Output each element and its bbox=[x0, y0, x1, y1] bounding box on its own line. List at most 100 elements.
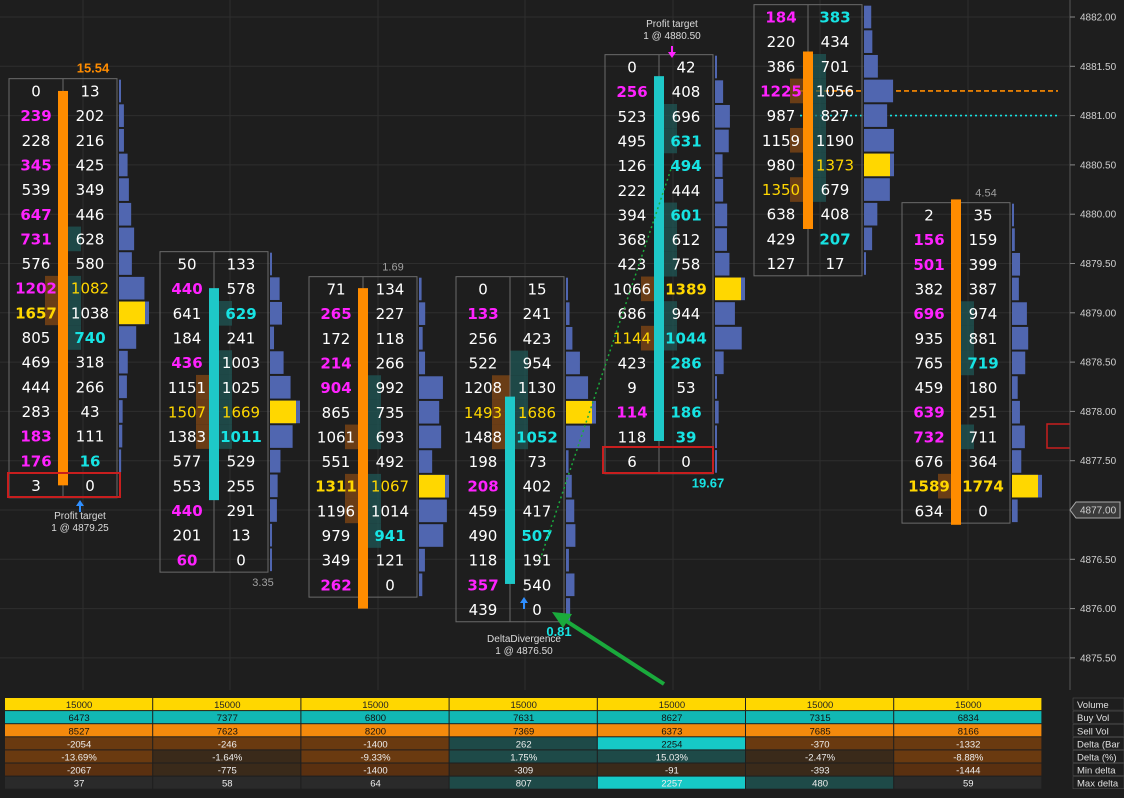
ask-volume-label: 740 bbox=[74, 329, 105, 347]
ask-volume-label: 701 bbox=[821, 58, 850, 76]
candle-top-label: 4.54 bbox=[975, 188, 996, 200]
bid-volume-label: 184 bbox=[173, 329, 202, 347]
stat-value: -1444 bbox=[956, 766, 980, 777]
volume-profile-bar bbox=[270, 449, 281, 473]
candle-7[interactable]: 2 35 156 159 501 399 382 387 696 974 935 881 765 719 4… bbox=[901, 188, 1042, 525]
ask-volume-label: 15 bbox=[527, 281, 546, 299]
bid-volume-label: 553 bbox=[173, 477, 202, 495]
ask-volume-label: 954 bbox=[523, 354, 552, 372]
stat-value: -2067 bbox=[67, 766, 91, 777]
stat-value: 7369 bbox=[513, 726, 534, 737]
ask-volume-label: 291 bbox=[227, 502, 256, 520]
volume-profile-bar bbox=[864, 252, 866, 275]
bid-volume-label: 1061 bbox=[317, 428, 355, 446]
ask-volume-label: 134 bbox=[376, 281, 405, 299]
bid-volume-label: 262 bbox=[320, 576, 351, 594]
bid-volume-label: 436 bbox=[171, 354, 202, 372]
volume-profile-bar bbox=[119, 128, 124, 152]
volume-profile-bar bbox=[1012, 499, 1018, 523]
ask-volume-label: 383 bbox=[819, 9, 850, 27]
bid-volume-label: 805 bbox=[22, 329, 51, 347]
bid-volume-label: 904 bbox=[320, 379, 351, 397]
axis-tick-label: 4878.00 bbox=[1080, 407, 1117, 418]
volume-profile-bar bbox=[715, 376, 717, 399]
bid-volume-label: 765 bbox=[915, 354, 944, 372]
stat-value: 37 bbox=[74, 779, 85, 790]
ask-volume-label: 349 bbox=[76, 181, 105, 199]
bid-volume-label: 440 bbox=[171, 502, 202, 520]
ask-volume-label: 631 bbox=[670, 132, 701, 150]
ask-volume-label: 408 bbox=[821, 206, 850, 224]
volume-profile-bar bbox=[270, 548, 272, 572]
bid-volume-label: 523 bbox=[618, 108, 647, 126]
stat-value: 64 bbox=[370, 779, 381, 790]
ask-volume-label: 827 bbox=[821, 107, 850, 125]
bid-volume-label: 201 bbox=[173, 527, 202, 545]
volume-profile-bar bbox=[419, 277, 422, 301]
candle-6[interactable]: 184 383 220 434 386 701 1225 1056 987 827 1159 1190… bbox=[753, 4, 894, 277]
ask-volume-label: 601 bbox=[670, 206, 701, 224]
bid-volume-label: 220 bbox=[767, 33, 796, 51]
annotation-line2: 1 @ 4876.50 bbox=[495, 646, 553, 657]
candle-body bbox=[209, 288, 219, 501]
volume-profile-bar bbox=[119, 227, 135, 251]
candle-3[interactable]: 71 134 265 227 172 118 214 266 904 992 865 735 1061 6… bbox=[308, 262, 449, 609]
ask-volume-label: 1038 bbox=[71, 304, 109, 322]
candle-1[interactable]: 0 13 239 202 228 216 345 425 539 349 647 446 731 628 5… bbox=[8, 61, 149, 499]
stat-value: 8166 bbox=[958, 726, 979, 737]
stat-value: 15000 bbox=[510, 700, 536, 711]
bid-volume-label: 731 bbox=[20, 230, 51, 248]
bid-volume-label: 256 bbox=[616, 83, 647, 101]
candle-4[interactable]: 0 15 133 241 256 423 522 954 1208 1130 1493 1686 148… bbox=[455, 276, 596, 639]
volume-profile-bar bbox=[119, 400, 123, 423]
candle-top-label: 15.54 bbox=[77, 61, 110, 76]
stat-value: 2254 bbox=[661, 739, 682, 750]
bid-volume-label: 283 bbox=[22, 403, 51, 421]
green-arrow-shaft bbox=[558, 615, 666, 686]
bid-volume-label: 1159 bbox=[762, 132, 800, 150]
ask-volume-label: 578 bbox=[227, 280, 256, 298]
ask-volume-label: 494 bbox=[670, 157, 701, 175]
candle-bottom-label: 3.35 bbox=[252, 577, 273, 589]
stat-row-label: Max delta bbox=[1077, 779, 1119, 790]
stat-value: -1400 bbox=[363, 739, 387, 750]
bid-volume-label: 386 bbox=[767, 58, 796, 76]
volume-profile-bar bbox=[715, 228, 727, 251]
ask-volume-label: 1389 bbox=[665, 280, 707, 298]
ask-volume-label: 1011 bbox=[220, 428, 262, 446]
bid-volume-label: 126 bbox=[618, 157, 647, 175]
volume-profile-bar bbox=[119, 424, 123, 448]
bid-volume-label: 490 bbox=[469, 527, 498, 545]
ask-volume-label: 0 bbox=[532, 601, 542, 619]
ask-volume-label: 1082 bbox=[71, 280, 109, 298]
volume-profile-bar bbox=[566, 302, 570, 325]
candle-5[interactable]: 0 42256 408523 696495 631126 494222 444394 6013… bbox=[604, 54, 745, 491]
stat-value: 807 bbox=[516, 779, 532, 790]
bid-volume-label: 423 bbox=[618, 354, 647, 372]
ask-volume-label: 1373 bbox=[816, 156, 854, 174]
volume-profile-bar bbox=[864, 54, 878, 78]
ask-volume-label: 1014 bbox=[371, 502, 409, 520]
axis-tick-label: 4875.50 bbox=[1080, 653, 1117, 664]
bid-volume-label: 429 bbox=[767, 230, 796, 248]
ask-volume-label: 42 bbox=[676, 59, 695, 77]
ask-volume-label: 693 bbox=[376, 428, 405, 446]
ask-volume-label: 1774 bbox=[962, 478, 1004, 496]
ask-volume-label: 266 bbox=[376, 354, 405, 372]
bid-volume-label: 256 bbox=[469, 330, 498, 348]
footprint-chart[interactable]: 0 13239 202228 216345 425539 349647 446731 6285… bbox=[0, 0, 1124, 798]
ask-volume-label: 1056 bbox=[816, 82, 854, 100]
bid-volume-label: 118 bbox=[469, 552, 498, 570]
price-axis[interactable]: 4882.00 4881.50 4881.00 4880.50 4880.00 4879.… bbox=[1069, 0, 1124, 690]
ask-volume-label: 318 bbox=[76, 354, 105, 372]
ask-volume-label: 580 bbox=[76, 255, 105, 273]
volume-profile-bar bbox=[419, 450, 433, 473]
stat-value: 15000 bbox=[659, 700, 685, 711]
bid-volume-label: 1144 bbox=[613, 330, 651, 348]
volume-profile-bar bbox=[119, 375, 127, 399]
bid-volume-label: 980 bbox=[767, 156, 796, 174]
ask-volume-label: 0 bbox=[236, 551, 246, 569]
ask-volume-label: 629 bbox=[225, 305, 256, 323]
ask-volume-label: 1686 bbox=[518, 404, 556, 422]
stat-value: 6800 bbox=[365, 713, 386, 724]
